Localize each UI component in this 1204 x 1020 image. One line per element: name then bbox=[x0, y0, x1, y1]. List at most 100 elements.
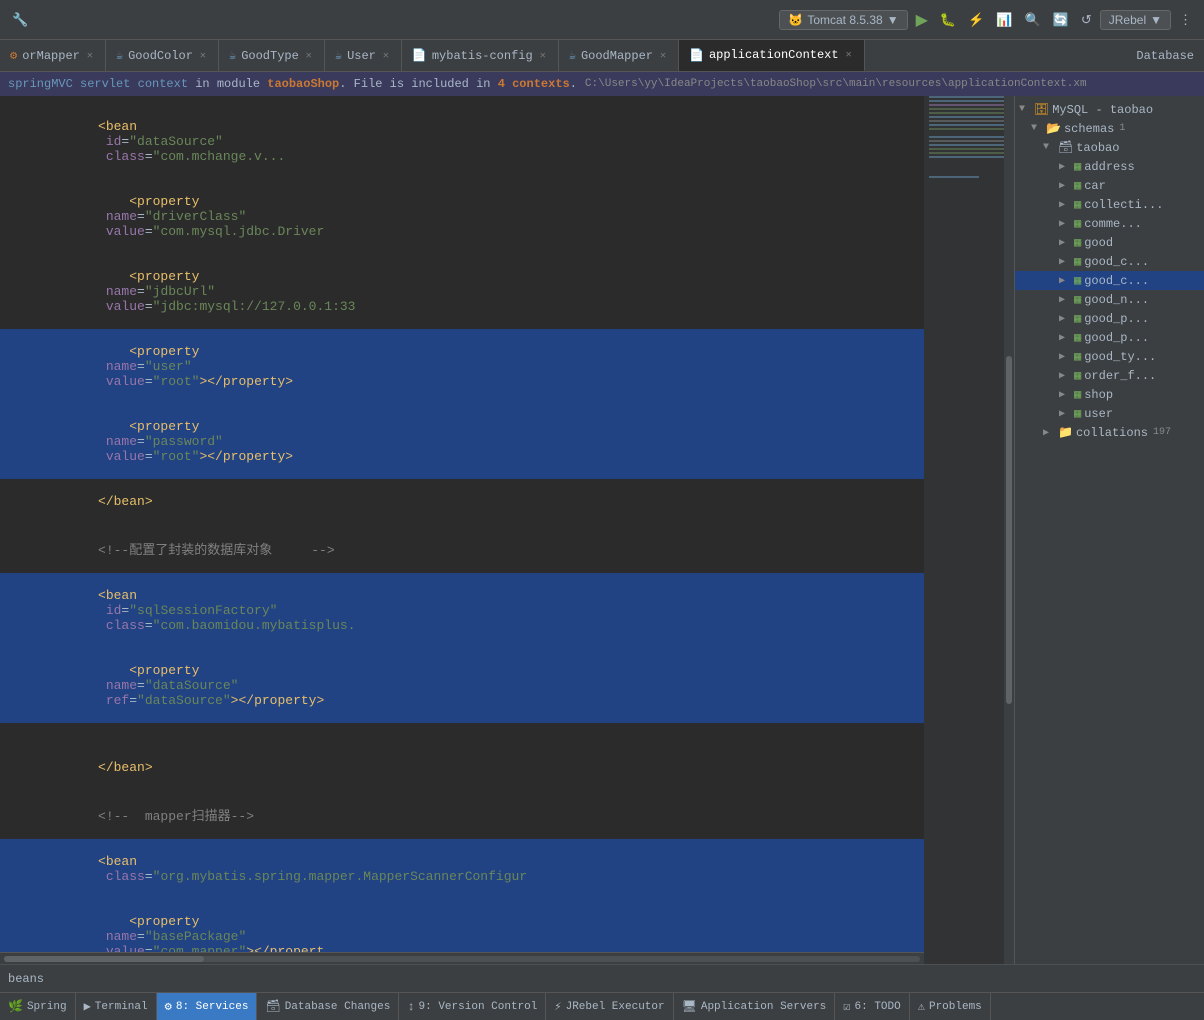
status-jrebel-executor[interactable]: ⚡ JRebel Executor bbox=[546, 993, 673, 1020]
tree-arrow-good-p1: ▶ bbox=[1059, 313, 1071, 325]
jrebel-label: JRebel bbox=[1109, 13, 1146, 27]
good-c1-table-icon: ▦ bbox=[1074, 254, 1081, 269]
tree-item-schemas[interactable]: ▼ 📂 schemas 1 bbox=[1015, 119, 1204, 138]
debug-button[interactable]: 🐛 bbox=[936, 10, 960, 30]
database-tree[interactable]: ▼ 🗄 MySQL - taobao ▼ 📂 schemas 1 ▼ 🗃 tao… bbox=[1015, 96, 1204, 964]
tree-item-shop[interactable]: ▶ ▦ shop bbox=[1015, 385, 1204, 404]
tree-item-car[interactable]: ▶ ▦ car bbox=[1015, 176, 1204, 195]
schemas-icon: 📂 bbox=[1046, 121, 1061, 136]
tomcat-selector[interactable]: 🐱 Tomcat 8.5.38 ▼ bbox=[779, 10, 907, 30]
status-services[interactable]: ⚙ 8: Services bbox=[157, 993, 258, 1020]
tab-goodcolor[interactable]: ☕ GoodColor ✕ bbox=[106, 40, 219, 71]
tree-item-good-ty[interactable]: ▶ ▦ good_ty... bbox=[1015, 347, 1204, 366]
profile-button[interactable]: 📊 bbox=[992, 10, 1016, 30]
tree-item-mysql-root[interactable]: ▼ 🗄 MySQL - taobao bbox=[1015, 100, 1204, 119]
tree-item-good-p2[interactable]: ▶ ▦ good_p... bbox=[1015, 328, 1204, 347]
status-spring[interactable]: 🌿 Spring bbox=[0, 993, 76, 1020]
reload-button[interactable]: ↺ bbox=[1077, 10, 1096, 30]
h-scroll-track[interactable] bbox=[4, 956, 920, 962]
tomcat-label: Tomcat 8.5.38 bbox=[807, 13, 882, 27]
run-button[interactable]: ▶ bbox=[912, 8, 932, 32]
tools-button[interactable]: 🔧 bbox=[8, 10, 32, 30]
status-todo[interactable]: ☑ 6: TODO bbox=[835, 993, 909, 1020]
tomcat-dropdown-icon: ▼ bbox=[887, 13, 899, 27]
tree-item-good-n[interactable]: ▶ ▦ good_n... bbox=[1015, 290, 1204, 309]
file-path: C:\Users\yy\IdeaProjects\taobaoShop\src\… bbox=[585, 78, 1087, 90]
tree-item-order-f[interactable]: ▶ ▦ order_f... bbox=[1015, 366, 1204, 385]
tree-arrow-collations: ▶ bbox=[1043, 427, 1055, 439]
shop-table-icon: ▦ bbox=[1074, 387, 1081, 402]
tree-item-collecti[interactable]: ▶ ▦ collecti... bbox=[1015, 195, 1204, 214]
tab-appcontext-close[interactable]: ✕ bbox=[844, 48, 854, 62]
tabs-bar: ⚙ orMapper ✕ ☕ GoodColor ✕ ☕ GoodType ✕ … bbox=[0, 40, 1204, 72]
jrebel-exec-label: JRebel Executor bbox=[566, 1001, 665, 1013]
tab-applicationcontext[interactable]: 📄 applicationContext ✕ bbox=[679, 40, 865, 72]
tomcat-icon: 🐱 bbox=[788, 13, 803, 27]
beans-status-bar: beans bbox=[0, 964, 1204, 992]
tree-item-good-p1[interactable]: ▶ ▦ good_p... bbox=[1015, 309, 1204, 328]
tab-goodtype[interactable]: ☕ GoodType ✕ bbox=[219, 40, 325, 71]
tab-goodmapper[interactable]: ☕ GoodMapper ✕ bbox=[559, 40, 679, 71]
tree-arrow-order-f: ▶ bbox=[1059, 370, 1071, 382]
jrebel-selector[interactable]: JRebel ▼ bbox=[1100, 10, 1171, 30]
coverage-button[interactable]: ⚡ bbox=[964, 10, 988, 30]
tab-database[interactable]: Database bbox=[1126, 40, 1204, 71]
tab-goodtype-close[interactable]: ✕ bbox=[304, 49, 314, 63]
database-panel: ▼ 🗄 MySQL - taobao ▼ 📂 schemas 1 ▼ 🗃 tao… bbox=[1014, 96, 1204, 964]
order-f-label: order_f... bbox=[1084, 369, 1156, 383]
tab-user[interactable]: ☕ User ✕ bbox=[325, 40, 402, 71]
status-db-changes[interactable]: 🗃 Database Changes bbox=[257, 993, 399, 1020]
h-scroll-thumb[interactable] bbox=[4, 956, 204, 962]
tree-arrow-taobao: ▼ bbox=[1043, 142, 1055, 153]
code-line-selected: <property name="user" value="root"></pro… bbox=[0, 329, 924, 404]
horizontal-scrollbar[interactable] bbox=[0, 952, 924, 964]
tab-ormapper[interactable]: ⚙ orMapper ✕ bbox=[0, 40, 106, 71]
code-line-empty bbox=[0, 723, 924, 745]
address-label: address bbox=[1084, 160, 1134, 174]
code-line: <property name="driverClass" value="com.… bbox=[0, 179, 924, 254]
tree-item-good-c2[interactable]: ▶ ▦ good_c... bbox=[1015, 271, 1204, 290]
status-app-servers[interactable]: 🖥 Application Servers bbox=[674, 993, 836, 1020]
address-table-icon: ▦ bbox=[1074, 159, 1081, 174]
main-content: <bean id="dataSource" class="com.mchange… bbox=[0, 96, 1204, 964]
good-n-label: good_n... bbox=[1084, 293, 1149, 307]
code-editor[interactable]: <bean id="dataSource" class="com.mchange… bbox=[0, 96, 924, 964]
code-area[interactable]: <bean id="dataSource" class="com.mchange… bbox=[0, 96, 924, 952]
tab-appcontext-icon: 📄 bbox=[689, 48, 704, 63]
more-actions-button[interactable]: ⋮ bbox=[1175, 10, 1196, 30]
tree-item-good[interactable]: ▶ ▦ good bbox=[1015, 233, 1204, 252]
tab-goodcolor-close[interactable]: ✕ bbox=[198, 49, 208, 63]
tree-item-address[interactable]: ▶ ▦ address bbox=[1015, 157, 1204, 176]
vc-label: 9: Version Control bbox=[419, 1001, 538, 1013]
status-problems[interactable]: ⚠ Problems bbox=[910, 993, 991, 1020]
status-version-control[interactable]: ↕ 9: Version Control bbox=[399, 993, 546, 1020]
minimap[interactable] bbox=[924, 96, 1014, 964]
tab-user-close[interactable]: ✕ bbox=[381, 49, 391, 63]
scrollbar-thumb[interactable] bbox=[1006, 356, 1012, 703]
tab-goodmapper-label: GoodMapper bbox=[581, 49, 653, 63]
tab-goodtype-icon: ☕ bbox=[229, 48, 236, 63]
tree-item-user[interactable]: ▶ ▦ user bbox=[1015, 404, 1204, 423]
good-c2-table-icon: ▦ bbox=[1074, 273, 1081, 288]
tree-arrow-user: ▶ bbox=[1059, 408, 1071, 420]
tree-arrow-address: ▶ bbox=[1059, 161, 1071, 173]
tab-goodmapper-close[interactable]: ✕ bbox=[658, 49, 668, 63]
terminal-icon: ▶ bbox=[84, 999, 91, 1014]
good-label: good bbox=[1084, 236, 1113, 250]
vertical-scrollbar[interactable] bbox=[1004, 96, 1014, 964]
good-p1-label: good_p... bbox=[1084, 312, 1149, 326]
tree-item-taobao[interactable]: ▼ 🗃 taobao bbox=[1015, 138, 1204, 157]
module-label: taobaoShop bbox=[267, 77, 339, 91]
tree-item-good-c1[interactable]: ▶ ▦ good_c... bbox=[1015, 252, 1204, 271]
update-button[interactable]: 🔄 bbox=[1049, 10, 1073, 30]
tab-ormapper-close[interactable]: ✕ bbox=[85, 49, 95, 63]
tab-user-label: User bbox=[347, 49, 376, 63]
code-line-selected: <bean id="sqlSessionFactory" class="com.… bbox=[0, 573, 924, 648]
tab-mybatis-close[interactable]: ✕ bbox=[538, 49, 548, 63]
code-line: </bean> bbox=[0, 745, 924, 790]
tree-item-collations[interactable]: ▶ 📁 collations 197 bbox=[1015, 423, 1204, 442]
status-terminal[interactable]: ▶ Terminal bbox=[76, 993, 157, 1020]
tree-item-comme[interactable]: ▶ ▦ comme... bbox=[1015, 214, 1204, 233]
search-everywhere-button[interactable]: 🔍 bbox=[1020, 10, 1044, 30]
tab-mybatis-config[interactable]: 📄 mybatis-config ✕ bbox=[402, 40, 559, 71]
